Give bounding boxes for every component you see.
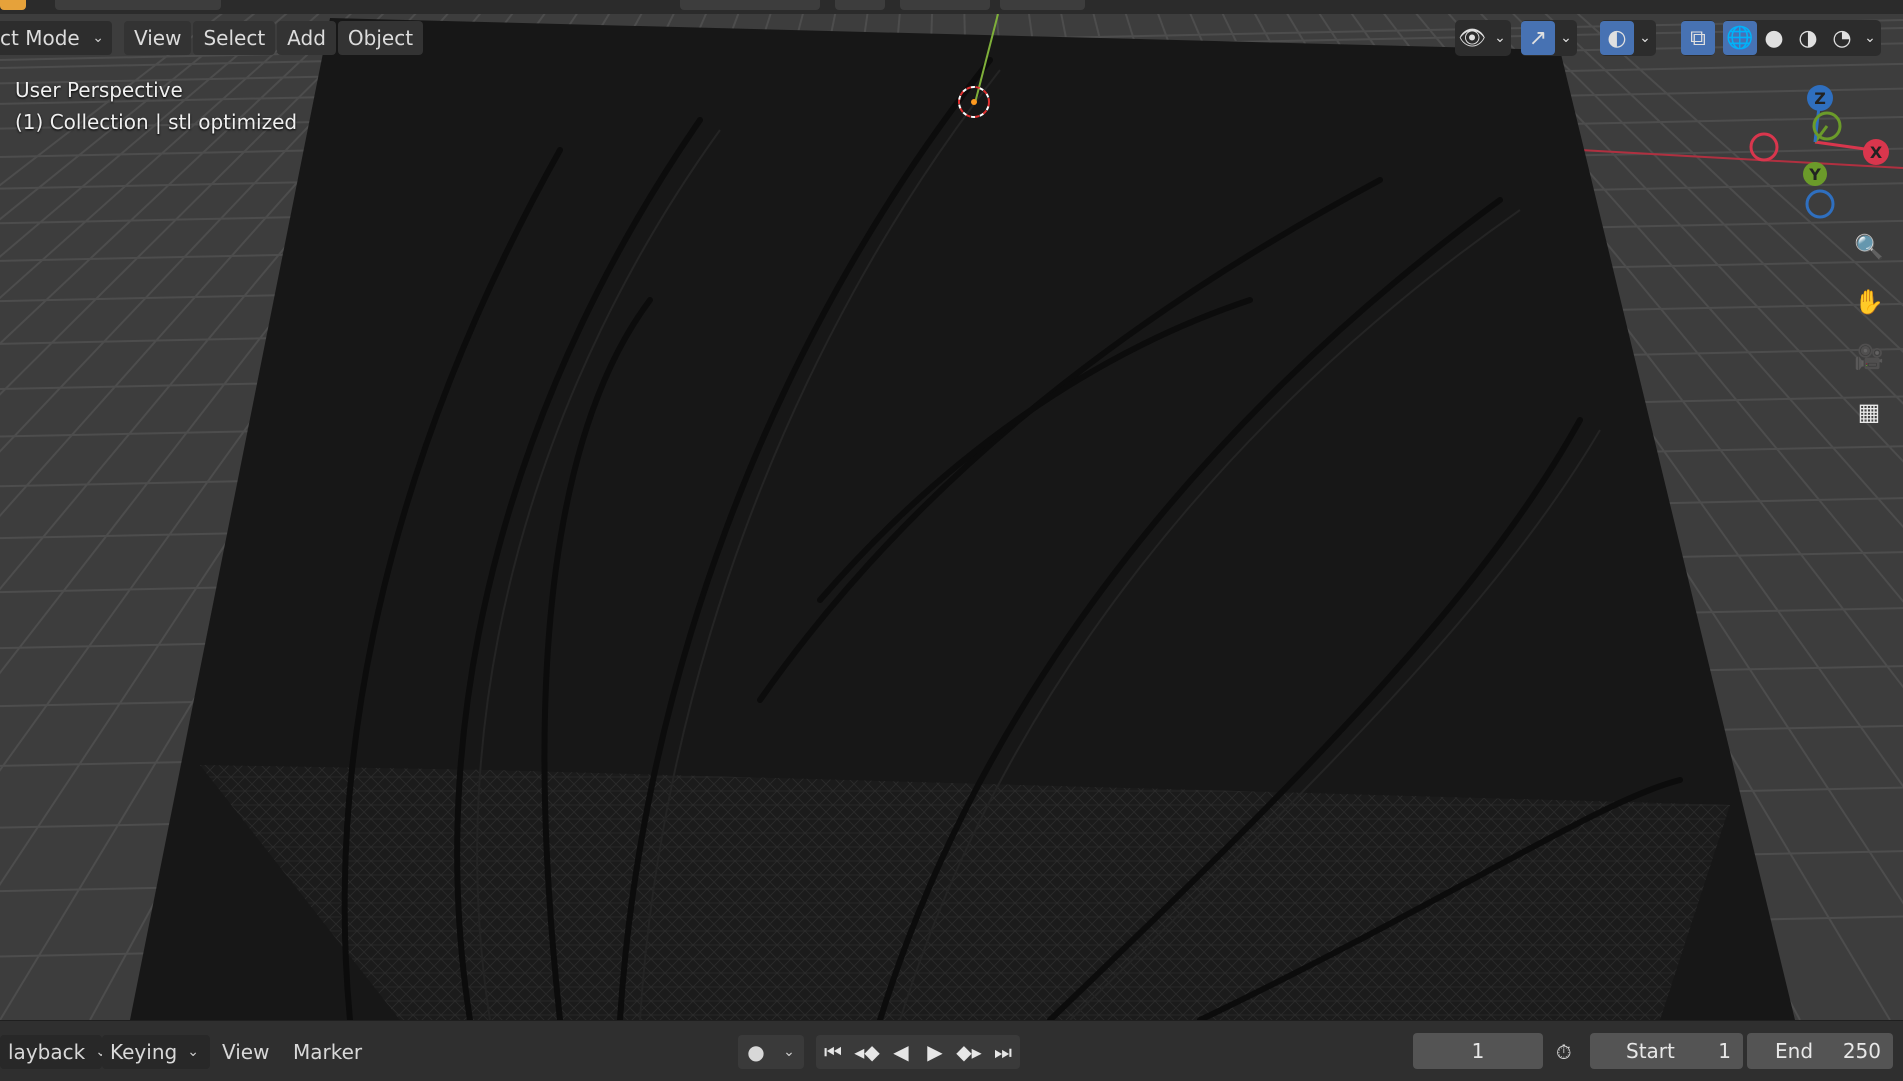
material-shading-icon[interactable]: ◑ (1791, 21, 1825, 55)
object-menu-label: Object (348, 26, 413, 50)
chevron-down-icon[interactable]: ⌄ (1489, 21, 1511, 55)
gizmo-icon[interactable]: ↗ (1521, 21, 1555, 55)
top-toolbar-strip (0, 0, 1903, 14)
record-icon[interactable]: ● (747, 1040, 764, 1064)
chevron-down-icon[interactable]: ⌄ (1634, 21, 1656, 55)
object-mode-label: ct Mode (0, 26, 80, 50)
timeline-view-menu[interactable]: View (222, 1035, 269, 1069)
y-axis-label: Y (1808, 165, 1821, 184)
start-value: 1 (1718, 1039, 1731, 1063)
view-menu[interactable]: View (124, 21, 191, 55)
3d-cursor[interactable] (957, 85, 991, 119)
xray-icon[interactable]: ⧉ (1681, 21, 1715, 55)
marker-menu[interactable]: Marker (293, 1035, 362, 1069)
chevron-down-icon: ⌄ (92, 30, 104, 46)
start-label: Start (1626, 1039, 1675, 1063)
gizmo-toggle-group[interactable]: ↗ ⌄ (1521, 20, 1577, 56)
play-reverse-icon[interactable]: ◀ (884, 1035, 918, 1069)
view-menu-label: View (134, 26, 181, 50)
timeline-view-label: View (222, 1040, 269, 1064)
shading-group[interactable]: 🌐 ● ◑ ◔ ⌄ (1723, 20, 1881, 56)
select-menu-label: Select (203, 26, 265, 50)
chevron-down-icon[interactable]: ⌄ (1555, 21, 1577, 55)
3d-viewport[interactable]: ct Mode ⌄ View Select Add Object User Pe… (0, 0, 1903, 1020)
view-perspective-label: User Perspective (15, 78, 183, 102)
current-frame-value: 1 (1472, 1039, 1485, 1063)
solid-shading-icon[interactable]: ● (1757, 21, 1791, 55)
wireframe-shading-icon[interactable]: 🌐 (1723, 21, 1757, 55)
object-menu[interactable]: Object (338, 21, 423, 55)
keying-label: Keying (110, 1040, 177, 1064)
negative-z-axis-icon (1807, 191, 1833, 217)
navigation-gizmo[interactable]: X Z Y (1740, 80, 1903, 225)
viewport-scene[interactable] (0, 0, 1903, 1020)
end-value: 250 (1843, 1039, 1881, 1063)
pan-hand-icon[interactable]: ✋ (1847, 280, 1891, 324)
xray-group[interactable]: ⧉ (1681, 20, 1715, 56)
overlay-toggle-group[interactable]: ◐ ⌄ (1600, 20, 1656, 56)
play-icon[interactable]: ▶ (918, 1035, 952, 1069)
keying-dropdown[interactable]: Keying ⌄ (102, 1035, 210, 1069)
z-axis-label: Z (1814, 89, 1826, 108)
timeline-header: layback ⌄ Keying ⌄ View Marker ● ⌄ ⏮ ◂◆ … (0, 1020, 1903, 1081)
playback-label: layback (8, 1040, 85, 1064)
visibility-group[interactable]: 👁 ⌄ (1455, 20, 1511, 56)
negative-x-axis-icon (1751, 134, 1777, 160)
ortho-grid-icon[interactable]: ▦ (1847, 390, 1891, 434)
chevron-down-icon: ⌄ (187, 1044, 199, 1060)
rendered-shading-icon[interactable]: ◔ (1825, 21, 1859, 55)
jump-to-end-icon[interactable]: ⏭ (986, 1035, 1020, 1069)
playback-controls: ⏮ ◂◆ ◀ ▶ ◆▸ ⏭ (816, 1035, 1020, 1069)
end-label: End (1775, 1039, 1813, 1063)
next-keyframe-icon[interactable]: ◆▸ (952, 1035, 986, 1069)
previous-keyframe-icon[interactable]: ◂◆ (850, 1035, 884, 1069)
select-menu[interactable]: Select (193, 21, 275, 55)
add-menu-label: Add (287, 26, 326, 50)
collection-label: (1) Collection | stl optimized (15, 110, 297, 134)
stopwatch-icon[interactable]: ⏱ (1556, 1035, 1572, 1069)
x-axis-label: X (1870, 143, 1883, 162)
marker-label: Marker (293, 1040, 362, 1064)
start-frame-field[interactable]: Start 1 (1590, 1033, 1743, 1069)
chevron-down-icon[interactable]: ⌄ (783, 1044, 795, 1060)
auto-keying-group[interactable]: ● ⌄ (738, 1035, 804, 1069)
overlay-icon[interactable]: ◐ (1600, 21, 1634, 55)
object-mode-dropdown[interactable]: ct Mode ⌄ (0, 21, 112, 55)
playback-dropdown[interactable]: layback ⌄ (0, 1035, 102, 1069)
add-menu[interactable]: Add (277, 21, 336, 55)
chevron-down-icon[interactable]: ⌄ (1859, 21, 1881, 55)
end-frame-field[interactable]: End 250 (1747, 1033, 1893, 1069)
eye-icon[interactable]: 👁 (1455, 21, 1489, 55)
jump-to-start-icon[interactable]: ⏮ (816, 1035, 850, 1069)
zoom-icon[interactable]: 🔍 (1847, 225, 1891, 269)
current-frame-field[interactable]: 1 (1413, 1033, 1543, 1069)
camera-view-icon[interactable]: 🎥 (1847, 335, 1891, 379)
